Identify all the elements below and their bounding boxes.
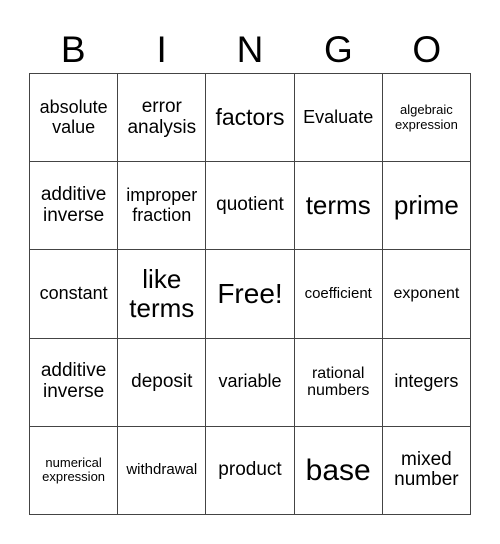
header-letter-b: B (60, 29, 86, 70)
free-space-cell[interactable]: Free! (206, 250, 295, 339)
bingo-cell[interactable]: absolute value (30, 74, 119, 163)
bingo-cell[interactable]: base (294, 426, 383, 515)
bingo-cell[interactable]: additive inverse (30, 162, 119, 251)
header-letter-o: O (412, 29, 442, 70)
bingo-cell[interactable]: variable (206, 338, 295, 427)
bingo-cell[interactable]: terms (294, 162, 383, 251)
bingo-cell[interactable]: quotient (206, 162, 295, 251)
bingo-header: B I N G O (29, 28, 471, 72)
bingo-cell[interactable]: product (206, 426, 295, 515)
bingo-grid: absolute value error analysis factors Ev… (29, 73, 471, 515)
bingo-cell[interactable]: coefficient (294, 250, 383, 339)
bingo-cell[interactable]: additive inverse (30, 338, 119, 427)
bingo-cell[interactable]: factors (206, 74, 295, 163)
bingo-cell[interactable]: algebraic expression (382, 74, 471, 163)
bingo-cell[interactable]: mixed number (382, 426, 471, 515)
bingo-cell[interactable]: exponent (382, 250, 471, 339)
bingo-cell[interactable]: like terms (118, 250, 207, 339)
bingo-cell[interactable]: numerical expression (30, 426, 119, 515)
bingo-cell[interactable]: prime (382, 162, 471, 251)
bingo-cell[interactable]: withdrawal (118, 426, 207, 515)
bingo-cell[interactable]: error analysis (118, 74, 207, 163)
bingo-cell[interactable]: constant (30, 250, 119, 339)
header-letter-i: I (156, 29, 167, 70)
bingo-cell[interactable]: improper fraction (118, 162, 207, 251)
bingo-cell[interactable]: rational numbers (294, 338, 383, 427)
bingo-cell[interactable]: integers (382, 338, 471, 427)
header-letter-n: N (236, 29, 264, 70)
bingo-cell[interactable]: Evaluate (294, 74, 383, 163)
header-letter-g: G (324, 29, 353, 70)
bingo-cell[interactable]: deposit (118, 338, 207, 427)
